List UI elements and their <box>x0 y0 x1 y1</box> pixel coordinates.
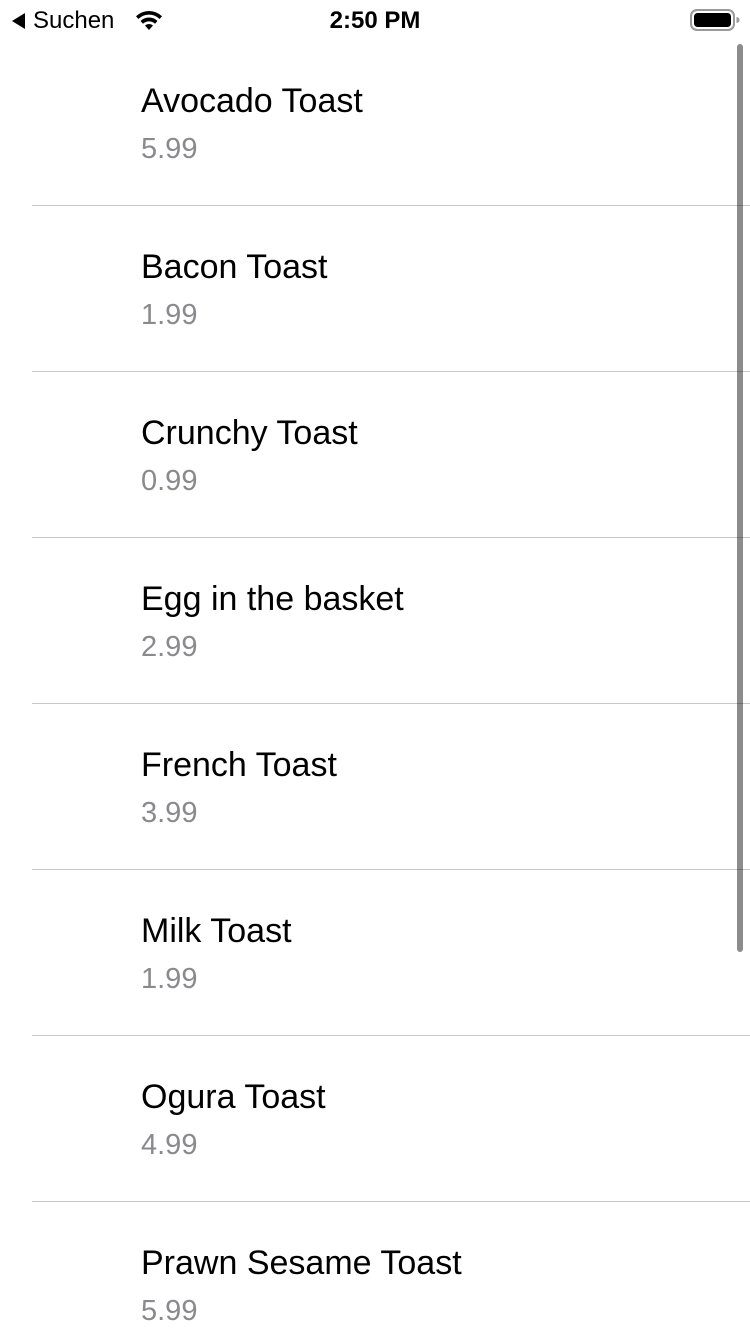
menu-item-name: Ogura Toast <box>141 1078 326 1116</box>
menu-row-milk-toast[interactable]: Milk Toast 1.99 <box>32 870 750 1036</box>
menu-item-price: 1.99 <box>141 963 198 995</box>
menu-item-name: Crunchy Toast <box>141 414 358 452</box>
menu-item-price: 2.99 <box>141 631 198 663</box>
menu-row-bacon-toast[interactable]: Bacon Toast 1.99 <box>32 206 750 372</box>
menu-table: Avocado Toast 5.99 Bacon Toast 1.99 Crun… <box>0 40 750 1334</box>
menu-item-name: Prawn Sesame Toast <box>141 1244 462 1282</box>
vertical-scroll-indicator[interactable] <box>737 44 743 952</box>
menu-item-name: Egg in the basket <box>141 580 404 618</box>
menu-row-crunchy-toast[interactable]: Crunchy Toast 0.99 <box>32 372 750 538</box>
menu-item-price: 5.99 <box>141 133 198 165</box>
menu-item-name: Milk Toast <box>141 912 292 950</box>
menu-row-prawn-sesame-toast[interactable]: Prawn Sesame Toast 5.99 <box>32 1202 750 1334</box>
menu-row-egg-in-the-basket[interactable]: Egg in the basket 2.99 <box>32 538 750 704</box>
status-time: 2:50 PM <box>329 7 421 34</box>
menu-row-french-toast[interactable]: French Toast 3.99 <box>32 704 750 870</box>
menu-item-price: 1.99 <box>141 299 198 331</box>
status-bar: Suchen 2:50 PM <box>0 0 750 40</box>
menu-item-price: 5.99 <box>141 1295 198 1327</box>
menu-item-name: French Toast <box>141 746 337 784</box>
battery-icon <box>690 9 740 31</box>
menu-row-ogura-toast[interactable]: Ogura Toast 4.99 <box>32 1036 750 1202</box>
menu-item-price: 0.99 <box>141 465 198 497</box>
menu-item-name: Avocado Toast <box>141 82 363 120</box>
menu-row-avocado-toast[interactable]: Avocado Toast 5.99 <box>32 40 750 206</box>
menu-item-price: 3.99 <box>141 797 198 829</box>
menu-item-name: Bacon Toast <box>141 248 328 286</box>
menu-item-price: 4.99 <box>141 1129 198 1161</box>
